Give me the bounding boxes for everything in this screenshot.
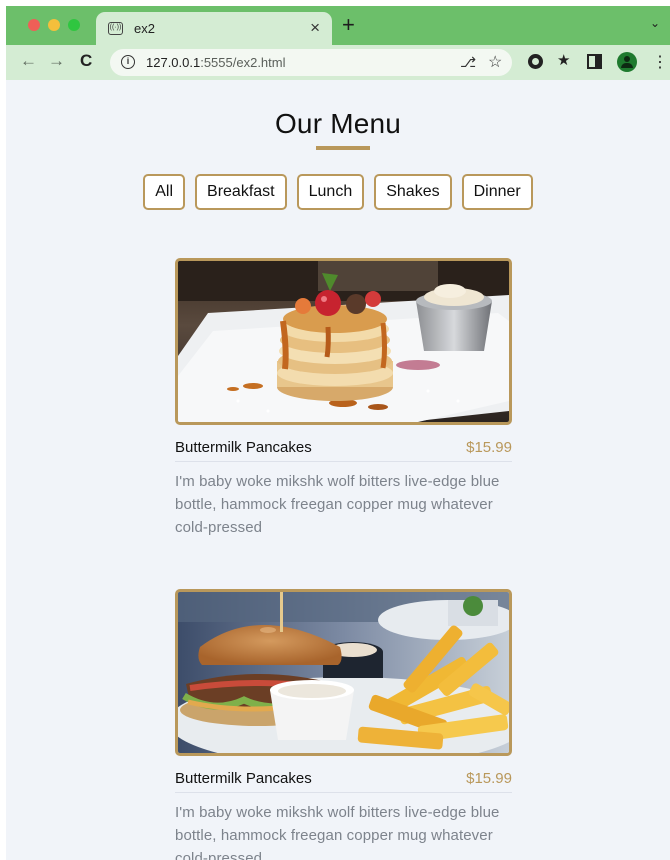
kebab-menu-icon[interactable]: ⋮: [652, 52, 668, 72]
filter-all-button[interactable]: All: [143, 174, 186, 210]
reload-icon[interactable]: C: [80, 51, 92, 71]
menu-item-price: $15.99: [466, 770, 512, 787]
browser-tab-strip: ((·)) ex2 × + ⌄: [6, 6, 670, 45]
category-filters: All Breakfast Lunch Shakes Dinner: [6, 174, 670, 210]
bookmark-star-icon[interactable]: ☆: [488, 52, 502, 72]
tab-close-icon[interactable]: ×: [310, 18, 320, 38]
address-bar[interactable]: i 127.0.0.1:5555/ex2.html ⎇ ☆: [110, 49, 512, 76]
filter-lunch-button[interactable]: Lunch: [296, 174, 365, 210]
filter-shakes-button[interactable]: Shakes: [374, 174, 452, 210]
page-title: Our Menu: [274, 108, 402, 139]
back-arrow-icon[interactable]: ←: [20, 51, 37, 71]
menu-item-header: Buttermilk Pancakes $15.99: [175, 439, 512, 462]
url-text[interactable]: 127.0.0.1:5555/ex2.html: [146, 55, 286, 70]
menu-item-card: Buttermilk Pancakes $15.99 I'm baby woke…: [175, 589, 512, 860]
menu-item-name: Buttermilk Pancakes: [175, 439, 312, 456]
minimize-window-button[interactable]: [48, 19, 60, 31]
filter-dinner-button[interactable]: Dinner: [461, 174, 533, 210]
chevron-down-icon[interactable]: ⌄: [650, 16, 660, 30]
extension-icon[interactable]: [528, 54, 543, 69]
pancakes-photo: [175, 258, 512, 425]
page-content: Our Menu All Breakfast Lunch Shakes Dinn…: [6, 80, 670, 860]
forward-arrow-icon[interactable]: →: [48, 51, 65, 71]
close-window-button[interactable]: [28, 19, 40, 31]
share-icon[interactable]: ⎇: [460, 54, 476, 71]
menu-item-header: Buttermilk Pancakes $15.99: [175, 770, 512, 793]
title-underline: [316, 146, 370, 150]
new-tab-button[interactable]: +: [342, 12, 355, 38]
tab-favicon-icon: ((·)): [108, 22, 123, 35]
menu-item-description: I'm baby woke mikshk wolf bitters live-e…: [175, 804, 500, 860]
burger-fries-photo: [175, 589, 512, 756]
menu-item-description: I'm baby woke mikshk wolf bitters live-e…: [175, 473, 500, 536]
menu-item-card: Buttermilk Pancakes $15.99 I'm baby woke…: [175, 258, 512, 539]
browser-toolbar: ← → C i 127.0.0.1:5555/ex2.html ⎇ ☆ ★ ⋮: [6, 45, 670, 80]
tab-title: ex2: [134, 21, 155, 36]
filter-breakfast-button[interactable]: Breakfast: [195, 174, 287, 210]
side-panel-icon[interactable]: [587, 54, 602, 69]
menu-item-price: $15.99: [466, 439, 512, 456]
puzzle-extensions-icon[interactable]: ★: [557, 51, 570, 69]
menu-item-name: Buttermilk Pancakes: [175, 770, 312, 787]
browser-tab-active[interactable]: ((·)) ex2 ×: [96, 12, 332, 45]
profile-avatar-icon[interactable]: [617, 52, 637, 72]
maximize-window-button[interactable]: [68, 19, 80, 31]
info-icon[interactable]: i: [121, 55, 135, 69]
